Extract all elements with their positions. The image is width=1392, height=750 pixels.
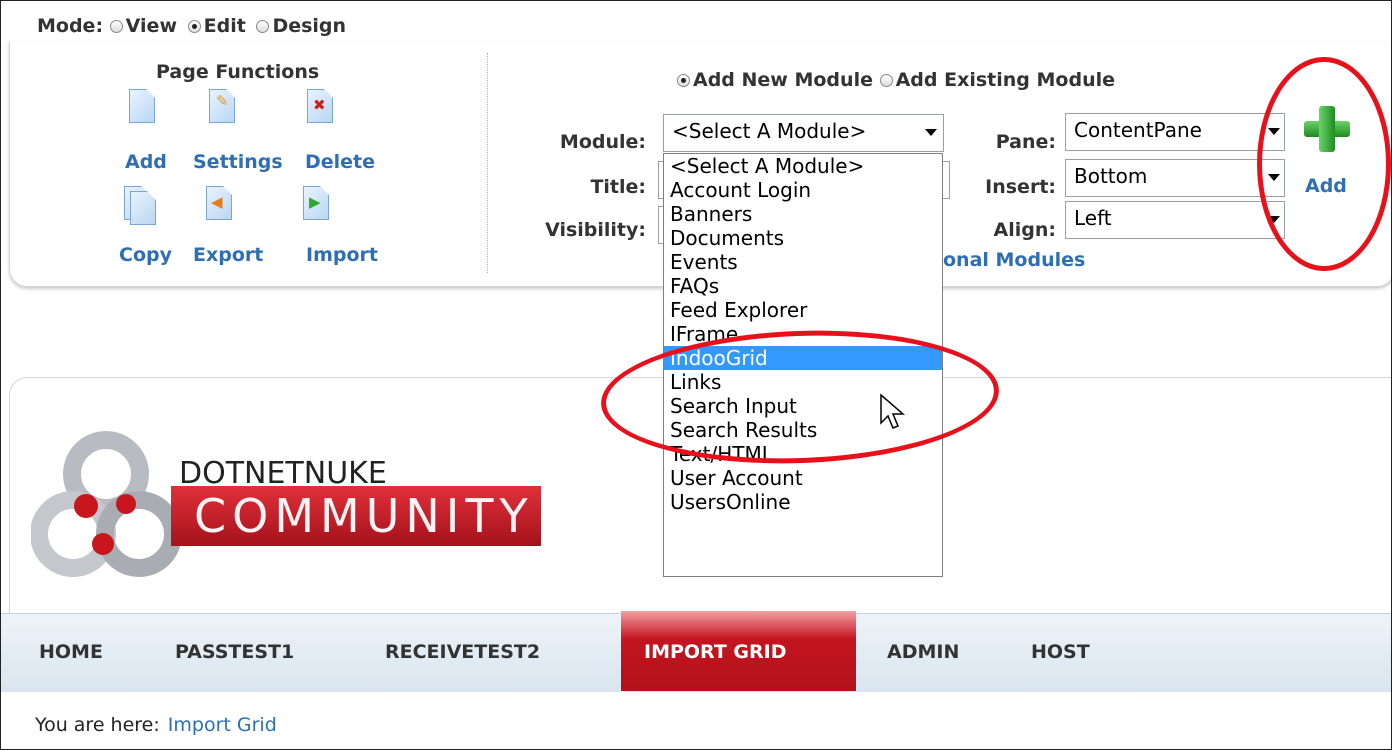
additional-modules-link[interactable]: onal Modules	[943, 249, 1085, 271]
page-add-icon[interactable]	[129, 89, 155, 123]
radio-add-new[interactable]	[677, 74, 690, 87]
page-export-icon[interactable]: ◀	[206, 186, 232, 220]
logo-text-community: COMMUNITY	[194, 489, 534, 543]
page-import-icon[interactable]: ▶	[303, 186, 329, 220]
chevron-down-icon	[925, 129, 937, 136]
radio-design[interactable]	[256, 20, 270, 33]
module-mode-radios: Add New Module Add Existing Module	[677, 69, 1115, 91]
export-page-link[interactable]: Export	[193, 244, 263, 266]
section-divider	[487, 53, 488, 273]
annotation-ellipse-add	[1257, 57, 1391, 271]
page-settings-icon[interactable]: ✎	[209, 89, 235, 123]
settings-link[interactable]: Settings	[193, 151, 283, 173]
title-label: Title:	[590, 176, 646, 198]
list-item[interactable]: <Select A Module>	[664, 154, 942, 178]
page-copy-icon-back	[130, 191, 156, 225]
align-select[interactable]: Left	[1065, 201, 1285, 239]
nav-item-receivetest2[interactable]: RECEIVETEST2	[385, 641, 540, 663]
mode-bar: Mode: View Edit Design	[37, 15, 350, 37]
insert-label: Insert:	[985, 176, 1056, 198]
page-delete-icon[interactable]: ✖	[307, 89, 333, 123]
breadcrumb: You are here: Import Grid	[35, 714, 277, 736]
mode-label: Mode:	[37, 15, 104, 37]
list-item[interactable]: Feed Explorer	[664, 298, 942, 322]
page-functions-title: Page Functions	[156, 61, 320, 83]
list-item[interactable]: UsersOnline	[664, 490, 942, 514]
add-new-module-option[interactable]: Add New Module	[677, 69, 873, 91]
pane-select[interactable]: ContentPane	[1065, 113, 1285, 151]
nav-item-passtest1[interactable]: PASSTEST1	[175, 641, 294, 663]
mode-view-option[interactable]: View	[109, 15, 177, 37]
mode-edit-option[interactable]: Edit	[187, 15, 246, 37]
add-existing-module-option[interactable]: Add Existing Module	[879, 69, 1115, 91]
breadcrumb-label: You are here:	[35, 714, 160, 736]
dotnetnuke-logo: DOTNETNUKE COMMUNITY	[31, 426, 541, 586]
radio-view[interactable]	[109, 20, 123, 33]
nav-item-host[interactable]: HOST	[1031, 641, 1090, 663]
list-item[interactable]: FAQs	[664, 274, 942, 298]
list-item[interactable]: Events	[664, 250, 942, 274]
radio-edit[interactable]	[187, 20, 201, 33]
insert-select[interactable]: Bottom	[1065, 159, 1285, 197]
mode-design-option[interactable]: Design	[256, 15, 346, 37]
list-item[interactable]: Banners	[664, 202, 942, 226]
delete-page-link[interactable]: Delete	[305, 151, 375, 173]
logo-emblem-icon	[31, 431, 181, 577]
align-label: Align:	[993, 219, 1056, 241]
pane-label: Pane:	[995, 131, 1056, 153]
breadcrumb-current-link[interactable]: Import Grid	[168, 714, 277, 736]
add-page-link[interactable]: Add	[125, 151, 167, 173]
window: Mode: View Edit Design Page Functions ✎ …	[0, 0, 1392, 750]
nav-item-home[interactable]: HOME	[39, 641, 103, 663]
import-page-link[interactable]: Import	[306, 244, 378, 266]
radio-add-existing[interactable]	[879, 74, 893, 87]
module-label: Module:	[559, 131, 646, 153]
module-select[interactable]: <Select A Module>	[663, 114, 944, 152]
nav-item-import-grid[interactable]: IMPORT GRID	[644, 641, 786, 663]
copy-page-link[interactable]: Copy	[119, 244, 172, 266]
list-item[interactable]: User Account	[664, 466, 942, 490]
list-item[interactable]: Documents	[664, 226, 942, 250]
nav-item-admin[interactable]: ADMIN	[887, 641, 959, 663]
list-item[interactable]: Account Login	[664, 178, 942, 202]
visibility-label: Visibility:	[545, 219, 646, 241]
